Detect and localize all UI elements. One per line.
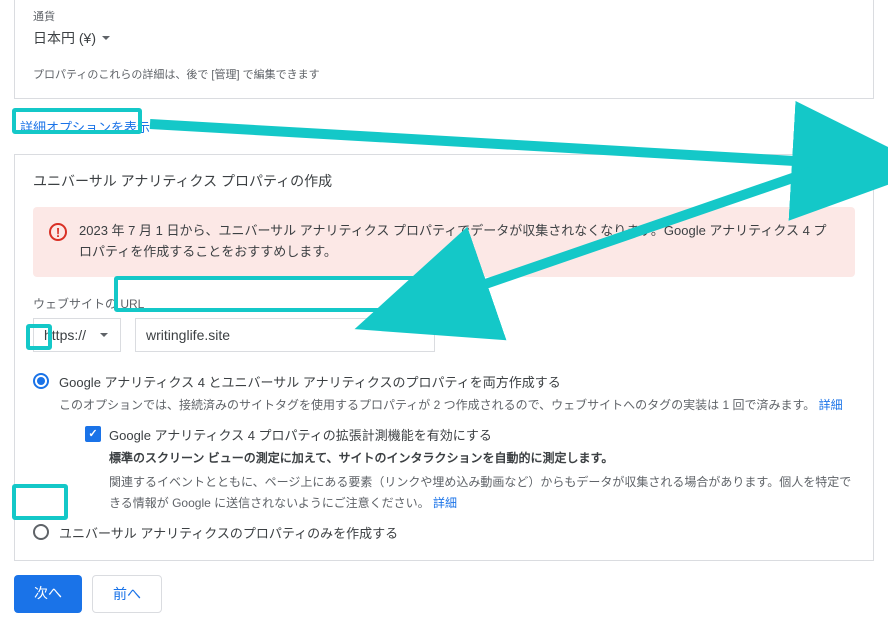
enhanced-measurement-row[interactable]: ✓ Google アナリティクス 4 プロパティの拡張計測機能を有効にする 標準… bbox=[85, 425, 855, 513]
next-button[interactable]: 次へ bbox=[14, 575, 82, 613]
warning-icon: ! bbox=[49, 223, 67, 241]
currency-value: 日本円 (¥) bbox=[33, 28, 96, 48]
checkbox-checked-icon: ✓ bbox=[85, 426, 101, 442]
option-both-row[interactable]: Google アナリティクス 4 とユニバーサル アナリティクスのプロパティを両… bbox=[33, 372, 855, 514]
enhanced-details-link[interactable]: 詳細 bbox=[433, 496, 457, 510]
chevron-down-icon bbox=[102, 36, 110, 40]
protocol-value: https:// bbox=[44, 327, 86, 343]
website-url-input[interactable] bbox=[135, 318, 435, 352]
toggle-knob: ✓ bbox=[837, 171, 857, 191]
ua-panel: ユニバーサル アナリティクス プロパティの作成 ✓ ! 2023 年 7 月 1… bbox=[14, 154, 874, 561]
option-ua-only-row[interactable]: ユニバーサル アナリティクスのプロパティのみを作成する bbox=[33, 523, 855, 542]
prev-button[interactable]: 前へ bbox=[92, 575, 162, 613]
chevron-down-icon bbox=[100, 333, 108, 337]
currency-panel: 通貨 日本円 (¥) プロパティのこれらの詳細は、後で [管理] で編集できます bbox=[14, 0, 874, 99]
url-field-label: ウェブサイトの URL bbox=[33, 295, 855, 312]
option-both-label: Google アナリティクス 4 とユニバーサル アナリティクスのプロパティを両… bbox=[59, 372, 855, 391]
radio-selected-icon bbox=[33, 373, 49, 389]
warning-text: 2023 年 7 月 1 日から、ユニバーサル アナリティクス プロパティでデー… bbox=[79, 221, 839, 263]
wizard-footer: 次へ 前へ bbox=[14, 575, 874, 613]
option-ua-only-label: ユニバーサル アナリティクスのプロパティのみを作成する bbox=[59, 523, 398, 542]
ua-panel-title: ユニバーサル アナリティクス プロパティの作成 bbox=[33, 171, 332, 191]
currency-select[interactable]: 日本円 (¥) bbox=[33, 28, 855, 48]
ua-panel-header: ユニバーサル アナリティクス プロパティの作成 ✓ bbox=[15, 155, 873, 207]
advanced-options-link[interactable]: 詳細オプションを表示 bbox=[14, 113, 156, 140]
enhanced-sub1: 標準のスクリーン ビューの測定に加えて、サイトのインタラクションを自動的に測定し… bbox=[109, 448, 855, 468]
enhanced-sub2: 関連するイベントとともに、ページ上にある要素（リンクや埋め込み動画など）からもデ… bbox=[109, 475, 851, 509]
protocol-select[interactable]: https:// bbox=[33, 318, 121, 352]
ua-toggle[interactable]: ✓ bbox=[819, 173, 855, 189]
option-both-details-link[interactable]: 詳細 bbox=[819, 398, 843, 412]
ua-deprecation-warning: ! 2023 年 7 月 1 日から、ユニバーサル アナリティクス プロパティで… bbox=[33, 207, 855, 277]
option-both-sub: このオプションでは、接続済みのサイトタグを使用するプロパティが 2 つ作成される… bbox=[59, 398, 815, 412]
currency-label: 通貨 bbox=[33, 8, 855, 24]
check-icon: ✓ bbox=[842, 174, 852, 188]
enhanced-label: Google アナリティクス 4 プロパティの拡張計測機能を有効にする bbox=[109, 425, 855, 444]
currency-footnote: プロパティのこれらの詳細は、後で [管理] で編集できます bbox=[33, 66, 855, 82]
